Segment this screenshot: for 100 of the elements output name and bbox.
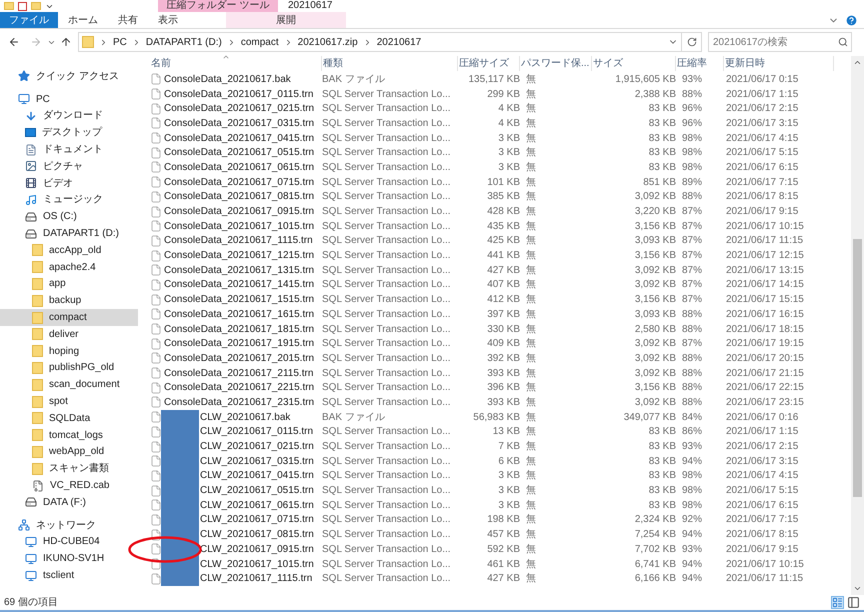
file-row[interactable]: ConsoleData_20210617_0815.trn SQL Server Transaction Lo... 385 KB 無 3,092 KB 88% 2021/06/17 8:15 bbox=[138, 190, 851, 204]
file-row[interactable]: ConsoleData_20210617_2115.trn SQL Server Transaction Lo... 393 KB 無 3,092 KB 88% 2021/06/17 21:15 bbox=[138, 366, 851, 380]
preview-pane-icon[interactable] bbox=[847, 596, 860, 609]
file-row[interactable]: CLW_20210617_0715.trn SQL Server Transaction Lo... 198 KB 無 2,324 KB 92% 2021/06/17 7:15 bbox=[138, 512, 851, 528]
sidebar-item[interactable]: スキャン書類 bbox=[0, 460, 138, 478]
file-name: CLW_20210617.bak bbox=[200, 410, 290, 425]
sidebar-item[interactable]: ネットワーク bbox=[0, 516, 138, 534]
file-row[interactable]: ConsoleData_20210617_2015.trn SQL Server Transaction Lo... 392 KB 無 3,092 KB 88% 2021/06/17 20:15 bbox=[138, 351, 851, 366]
file-row[interactable]: ConsoleData_20210617.bak BAK ファイル 135,117 KB 無 1,915,605 KB 93% 2021/06/17 0:15 bbox=[138, 72, 851, 87]
column-header[interactable]: 種類 bbox=[322, 56, 458, 71]
column-header[interactable]: サイズ bbox=[592, 56, 676, 71]
back-icon[interactable] bbox=[8, 36, 20, 48]
file-row[interactable]: ConsoleData_20210617_1615.trn SQL Server Transaction Lo... 397 KB 無 3,093 KB 88% 2021/06/17 16:15 bbox=[138, 307, 851, 322]
sidebar-item[interactable]: HD-CUBE04 bbox=[0, 534, 138, 550]
details-view-icon[interactable] bbox=[831, 596, 844, 609]
sidebar-item[interactable]: tsclient bbox=[0, 567, 138, 584]
file-row[interactable]: ConsoleData_20210617_0315.trn SQL Server Transaction Lo... 4 KB 無 83 KB 96% 2021/06/17 3:15 bbox=[138, 116, 851, 131]
file-icon bbox=[150, 220, 162, 232]
sidebar-item[interactable]: ビデオ bbox=[0, 174, 138, 192]
file-row[interactable]: CLW_20210617_0115.trn SQL Server Transaction Lo... 13 KB 無 83 KB 86% 2021/06/17 1:15 bbox=[138, 424, 851, 440]
scroll-up-icon[interactable] bbox=[853, 58, 862, 67]
file-row[interactable]: ConsoleData_20210617_0915.trn SQL Server Transaction Lo... 428 KB 無 3,220 KB 87% 2021/06/17 9:15 bbox=[138, 204, 851, 219]
breadcrumb-item[interactable]: compact bbox=[240, 34, 279, 50]
file-row[interactable]: CLW_20210617_0915.trn SQL Server Transaction Lo... 592 KB 無 7,702 KB 93% 2021/06/17 9:15 bbox=[138, 542, 851, 557]
file-row[interactable]: CLW_20210617_1115.trn SQL Server Transaction Lo... 427 KB 無 6,166 KB 94% 2021/06/17 11:15 bbox=[138, 571, 851, 586]
file-row[interactable]: ConsoleData_20210617_2315.trn SQL Server Transaction Lo... 393 KB 無 3,092 KB 88% 2021/06/17 23:15 bbox=[138, 395, 851, 410]
ribbon-tab[interactable]: ホーム bbox=[58, 12, 108, 28]
breadcrumb-item[interactable]: 20210617.zip bbox=[298, 34, 358, 50]
sidebar-item[interactable]: クイック アクセス bbox=[0, 68, 138, 85]
file-row[interactable]: CLW_20210617_0615.trn SQL Server Transaction Lo... 3 KB 無 83 KB 98% 2021/06/17 6:15 bbox=[138, 498, 851, 513]
scrollbar-thumb[interactable] bbox=[853, 239, 862, 497]
sidebar-item[interactable]: ミュージック bbox=[0, 192, 138, 208]
sidebar-item[interactable]: hoping bbox=[0, 342, 138, 360]
file-row[interactable]: CLW_20210617_0315.trn SQL Server Transaction Lo... 6 KB 無 83 KB 94% 2021/06/17 3:15 bbox=[138, 454, 851, 469]
file-row[interactable]: ConsoleData_20210617_1415.trn SQL Server Transaction Lo... 407 KB 無 3,092 KB 87% 2021/06/17 14:15 bbox=[138, 278, 851, 292]
file-row[interactable]: ConsoleData_20210617_0115.trn SQL Server Transaction Lo... 299 KB 無 2,388 KB 88% 2021/06/17 1:15 bbox=[138, 86, 851, 102]
table-cell-text: 83 KB bbox=[648, 160, 676, 175]
ribbon-tab[interactable]: 展開 bbox=[226, 12, 346, 28]
column-header[interactable]: 圧縮サイズ bbox=[458, 56, 520, 71]
sidebar-item[interactable]: tomcat_logs bbox=[0, 426, 138, 444]
breadcrumb-item[interactable]: DATAPART1 (D:) bbox=[146, 34, 222, 50]
sidebar-item[interactable]: compact bbox=[0, 309, 138, 326]
sidebar-item[interactable]: デスクトップ bbox=[0, 124, 138, 142]
sidebar-item[interactable]: spot bbox=[0, 393, 138, 410]
file-row[interactable]: CLW_20210617.bak BAK ファイル 56,983 KB 無 349,077 KB 84% 2021/06/17 0:16 bbox=[138, 410, 851, 424]
breadcrumb-item[interactable]: PC bbox=[113, 34, 127, 50]
column-header[interactable]: パスワード保... bbox=[520, 56, 592, 71]
breadcrumb-item[interactable]: 20210617 bbox=[376, 34, 422, 50]
sidebar-item[interactable]: ダウンロード bbox=[0, 108, 138, 124]
sidebar-item[interactable]: app bbox=[0, 276, 138, 292]
sidebar-item[interactable]: ドキュメント bbox=[0, 141, 138, 158]
sidebar-item[interactable]: SQLData bbox=[0, 410, 138, 427]
sidebar-item[interactable]: DATAPART1 (D:) bbox=[0, 225, 138, 242]
ribbon-tab[interactable]: ファイル bbox=[0, 12, 58, 28]
file-row[interactable]: CLW_20210617_0415.trn SQL Server Transaction Lo... 3 KB 無 83 KB 98% 2021/06/17 4:15 bbox=[138, 468, 851, 484]
file-row[interactable]: ConsoleData_20210617_0515.trn SQL Server Transaction Lo... 3 KB 無 83 KB 98% 2021/06/17 5:15 bbox=[138, 145, 851, 160]
address-field[interactable]: PC DATAPART1 (D:) compact 20210617.zip 20210617 bbox=[78, 32, 682, 52]
scroll-down-icon[interactable] bbox=[853, 584, 862, 593]
file-row[interactable]: CLW_20210617_0215.trn SQL Server Transaction Lo... 7 KB 無 83 KB 93% 2021/06/17 2:15 bbox=[138, 439, 851, 454]
up-icon[interactable] bbox=[60, 36, 72, 48]
file-row[interactable]: ConsoleData_20210617_1115.trn SQL Server Transaction Lo... 425 KB 無 3,093 KB 87% 2021/06/17 11:15 bbox=[138, 234, 851, 248]
file-row[interactable]: ConsoleData_20210617_1215.trn SQL Server Transaction Lo... 441 KB 無 3,156 KB 87% 2021/06/17 12:15 bbox=[138, 248, 851, 263]
column-header[interactable]: 名前 bbox=[150, 56, 322, 71]
sidebar-item[interactable]: OS (C:) bbox=[0, 208, 138, 226]
table-cell-text: 397 KB bbox=[486, 308, 520, 322]
sidebar-item[interactable]: deliver bbox=[0, 326, 138, 343]
file-name: ConsoleData_20210617_0915.trn bbox=[164, 205, 314, 220]
help-icon[interactable] bbox=[845, 14, 858, 26]
sidebar-item[interactable]: scan_document bbox=[0, 376, 138, 394]
sidebar-item[interactable]: publishPG_old bbox=[0, 360, 138, 376]
sidebar-item[interactable]: accApp_old bbox=[0, 242, 138, 259]
file-row[interactable]: CLW_20210617_0515.trn SQL Server Transaction Lo... 3 KB 無 83 KB 98% 2021/06/17 5:15 bbox=[138, 483, 851, 498]
table-cell-text: 無 bbox=[525, 278, 537, 292]
file-row[interactable]: ConsoleData_20210617_1515.trn SQL Server Transaction Lo... 412 KB 無 3,156 KB 87% 2021/06/17 15:15 bbox=[138, 292, 851, 307]
table-cell-text: 135,117 KB bbox=[467, 72, 520, 87]
sidebar-item[interactable]: apache2.4 bbox=[0, 258, 138, 276]
file-row[interactable]: ConsoleData_20210617_0415.trn SQL Server Transaction Lo... 3 KB 無 83 KB 98% 2021/06/17 4:15 bbox=[138, 130, 851, 146]
refresh-button[interactable] bbox=[682, 32, 702, 52]
file-row[interactable]: CLW_20210617_0815.trn SQL Server Transaction Lo... 457 KB 無 7,254 KB 94% 2021/06/17 8:15 bbox=[138, 527, 851, 542]
file-row[interactable]: ConsoleData_20210617_0715.trn SQL Server Transaction Lo... 101 KB 無 851 KB 89% 2021/06/17 7:15 bbox=[138, 174, 851, 190]
file-row[interactable]: ConsoleData_20210617_0215.trn SQL Server Transaction Lo... 4 KB 無 83 KB 96% 2021/06/17 2:15 bbox=[138, 101, 851, 116]
ribbon-tab[interactable]: 表示 bbox=[148, 12, 188, 28]
column-header[interactable]: 更新日時 bbox=[724, 56, 834, 71]
file-row[interactable]: ConsoleData_20210617_2215.trn SQL Server Transaction Lo... 396 KB 無 3,156 KB 88% 2021/06/17 22:15 bbox=[138, 380, 851, 396]
file-row[interactable]: ConsoleData_20210617_1315.trn SQL Server Transaction Lo... 427 KB 無 3,092 KB 87% 2021/06/17 13:15 bbox=[138, 262, 851, 278]
sidebar-item[interactable]: IKUNO-SV1H bbox=[0, 550, 138, 568]
sidebar-item[interactable]: VC_RED.cab bbox=[0, 477, 138, 494]
file-row[interactable]: CLW_20210617_1015.trn SQL Server Transaction Lo... 461 KB 無 6,741 KB 94% 2021/06/17 10:15 bbox=[138, 556, 851, 572]
file-row[interactable]: ConsoleData_20210617_1815.trn SQL Server Transaction Lo... 330 KB 無 2,580 KB 88% 2021/06/17 18:15 bbox=[138, 322, 851, 336]
file-row[interactable]: ConsoleData_20210617_1915.trn SQL Server Transaction Lo... 409 KB 無 3,092 KB 87% 2021/06/17 19:15 bbox=[138, 336, 851, 352]
sidebar-item[interactable]: webApp_old bbox=[0, 444, 138, 460]
sidebar-item[interactable]: ピクチャ bbox=[0, 158, 138, 175]
sidebar-item[interactable]: PC bbox=[0, 90, 138, 108]
sidebar-item[interactable]: backup bbox=[0, 292, 138, 310]
sidebar-item[interactable]: DATA (F:) bbox=[0, 494, 138, 511]
search-field[interactable]: 20210617の検索 bbox=[708, 32, 852, 52]
column-header[interactable]: 圧縮率 bbox=[676, 56, 724, 71]
file-row[interactable]: ConsoleData_20210617_0615.trn SQL Server Transaction Lo... 3 KB 無 83 KB 98% 2021/06/17 6:15 bbox=[138, 160, 851, 175]
ribbon-tab[interactable]: 共有 bbox=[108, 12, 148, 28]
file-row[interactable]: ConsoleData_20210617_1015.trn SQL Server Transaction Lo... 435 KB 無 3,156 KB 87% 2021/06/17 10:15 bbox=[138, 218, 851, 234]
